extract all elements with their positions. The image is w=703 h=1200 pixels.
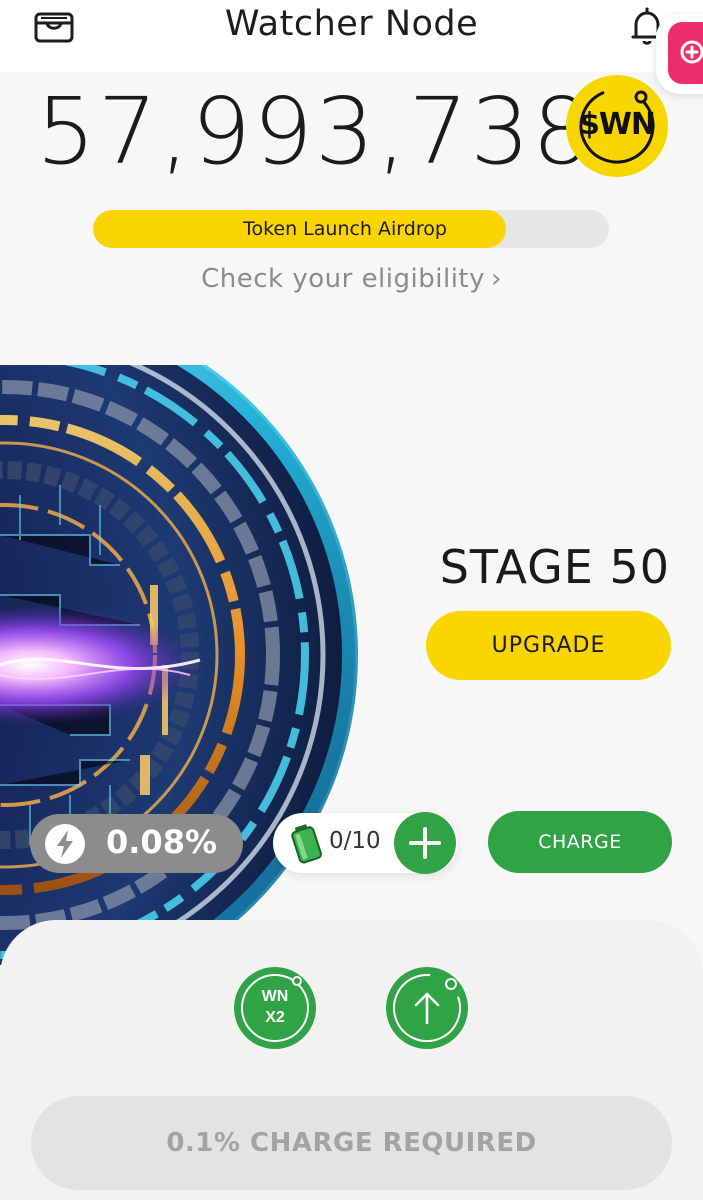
page-title: Watcher Node — [224, 4, 479, 44]
boost-dot-icon — [292, 976, 302, 986]
airdrop-label: Token Launch Airdrop — [243, 218, 447, 240]
charge-rate-value: 0.08% — [106, 823, 218, 861]
floating-shortcut-icon — [668, 22, 703, 84]
app-header: Watcher Node — [0, 0, 703, 72]
token-symbol: $WN — [578, 107, 656, 142]
lightning-bolt-icon — [44, 823, 86, 869]
charge-required-button[interactable]: 0.1% CHARGE REQUIRED — [31, 1096, 672, 1190]
battery-icon — [289, 822, 323, 868]
charge-button[interactable]: CHARGE — [488, 811, 672, 873]
airdrop-progress-bar: Token Launch Airdrop — [93, 210, 609, 248]
stage-level: STAGE 50 — [439, 540, 670, 594]
wn-token-icon: $WN — [566, 75, 668, 177]
eligibility-link-text: Check your eligibility — [201, 264, 485, 294]
add-battery-button[interactable] — [394, 812, 456, 874]
battery-count: 0/10 — [329, 828, 381, 854]
upgrade-button[interactable]: UPGRADE — [426, 611, 671, 680]
boost-label-line2: X2 — [265, 1009, 285, 1026]
boost-label: WN X2 — [234, 986, 316, 1028]
wn-x2-boost-button[interactable]: WN X2 — [234, 967, 316, 1049]
watcher-node-sphere-image — [0, 302, 365, 1008]
upload-arrow-button[interactable] — [386, 967, 468, 1049]
token-balance: 57,993,738 — [36, 78, 594, 185]
chevron-right-icon: › — [491, 264, 502, 294]
boost-label-line1: WN — [261, 988, 289, 1005]
charge-rate-badge: 0.08% — [30, 814, 243, 873]
arrow-up-circle-icon — [393, 974, 461, 1042]
check-eligibility-link[interactable]: Check your eligibility › — [0, 264, 703, 294]
